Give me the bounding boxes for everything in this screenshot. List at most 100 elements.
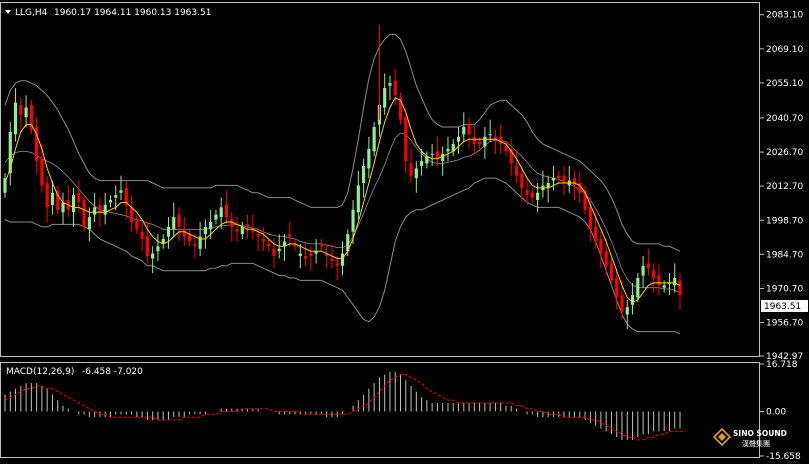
- candle: [235, 217, 239, 242]
- candle-body: [615, 277, 619, 298]
- macd-tick-label: -15.658: [766, 452, 801, 460]
- candle: [256, 226, 260, 252]
- candle-body: [504, 146, 508, 152]
- candle: [245, 214, 250, 240]
- candle: [451, 139, 455, 157]
- candle: [483, 126, 487, 159]
- candle: [56, 185, 60, 215]
- candle: [161, 234, 165, 249]
- candle-body: [304, 256, 308, 259]
- candle: [557, 170, 561, 184]
- current-price-tag: 1963.51: [761, 299, 808, 312]
- candle-body: [572, 178, 577, 186]
- candle: [467, 117, 471, 149]
- candle-body: [425, 156, 429, 164]
- y-tick-label: 2012.70: [766, 182, 803, 192]
- candle: [108, 195, 113, 208]
- candle-body: [24, 107, 28, 118]
- candle-body: [335, 263, 339, 266]
- candle: [372, 122, 376, 157]
- candle: [298, 243, 302, 269]
- candle: [251, 214, 255, 240]
- candle: [261, 226, 265, 252]
- candle-body: [214, 214, 218, 220]
- candle-body: [261, 239, 265, 242]
- candle-body: [40, 158, 44, 186]
- chart-canvas[interactable]: 2083.10 2069.10 2055.10 2040.70 2026.70 2012.…: [0, 0, 809, 462]
- y-tick-label: 1956.70: [766, 319, 803, 329]
- candle: [657, 263, 661, 296]
- candle-body: [414, 168, 418, 179]
- candle-body: [483, 136, 487, 147]
- macd-tick-label: 0.00: [766, 408, 786, 418]
- candle: [441, 146, 445, 176]
- main-panel-frame: [0, 2, 760, 357]
- candle: [409, 148, 413, 184]
- chart-window[interactable]: 2083.10 2069.10 2055.10 2040.70 2026.70 2012.…: [0, 0, 809, 462]
- candle-body: [267, 243, 271, 247]
- candle: [562, 165, 566, 196]
- candle-body: [467, 124, 471, 135]
- candle-body: [630, 295, 635, 305]
- candle: [187, 229, 192, 247]
- candle-body: [108, 200, 113, 203]
- candle: [630, 282, 635, 315]
- candle-body: [77, 192, 81, 203]
- candle: [678, 273, 682, 310]
- candle: [530, 187, 534, 203]
- candle-body: [435, 151, 440, 159]
- candle: [66, 185, 70, 218]
- candle: [3, 173, 7, 198]
- candle-body: [288, 234, 292, 237]
- candle: [151, 246, 155, 274]
- candle-body: [620, 295, 624, 313]
- candle-body: [114, 195, 118, 198]
- candle: [383, 73, 387, 115]
- candle: [124, 180, 128, 220]
- candle-body: [45, 183, 49, 208]
- candle: [367, 136, 371, 179]
- candle-body: [562, 175, 566, 184]
- candle-body: [219, 207, 223, 218]
- candle: [35, 117, 39, 174]
- main-y-axis: 2083.10 2069.10 2055.10 2040.70 2026.70 2012.…: [760, 11, 808, 362]
- candle: [29, 100, 33, 135]
- candle-body: [319, 243, 323, 247]
- candle: [156, 234, 160, 261]
- sino-sound-logo: SINO SOUND 漢聲集團: [712, 427, 787, 448]
- candle-body: [166, 226, 171, 237]
- dropdown-triangle-icon[interactable]: [5, 10, 11, 14]
- candle-body: [87, 217, 91, 230]
- y-tick-label: 2055.10: [766, 79, 803, 89]
- candle-body: [240, 226, 244, 235]
- candle: [319, 239, 323, 252]
- candle: [61, 192, 65, 225]
- macd-values: -6.458 -7.020: [82, 367, 143, 377]
- candle-body: [372, 126, 376, 152]
- logo-sub: 漢聲集團: [742, 439, 770, 448]
- candle-body: [462, 126, 466, 135]
- candle-body: [203, 226, 207, 235]
- candle: [652, 263, 656, 293]
- candle: [8, 122, 12, 186]
- candle-body: [13, 102, 18, 135]
- candle-body: [536, 192, 540, 201]
- candle-body: [156, 246, 160, 252]
- macd-signal-line: [4, 374, 686, 441]
- candle-body: [662, 285, 666, 288]
- candle-body: [430, 153, 434, 155]
- candle-body: [678, 280, 682, 296]
- candle: [514, 151, 519, 184]
- candle-body: [351, 209, 355, 232]
- candle-body: [340, 253, 345, 266]
- candle-body: [557, 175, 561, 179]
- candle: [129, 195, 134, 232]
- candle: [282, 234, 287, 261]
- candle-body: [604, 251, 608, 266]
- candle-body: [367, 148, 371, 169]
- candle-body: [499, 136, 503, 145]
- candle-body: [609, 263, 614, 281]
- candle-body: [383, 88, 387, 108]
- candle-body: [362, 165, 366, 184]
- y-tick-label: 2083.10: [766, 11, 803, 21]
